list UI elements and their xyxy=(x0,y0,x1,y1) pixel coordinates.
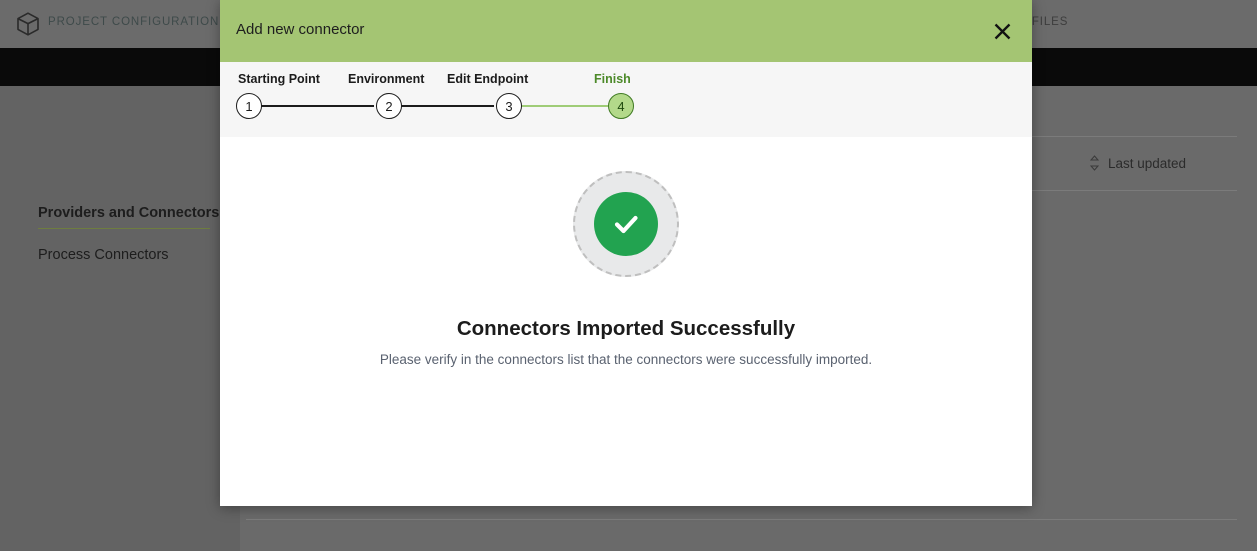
wizard-step-2-label: Environment xyxy=(348,72,425,86)
success-subtitle: Please verify in the connectors list tha… xyxy=(379,352,873,367)
check-circle-icon xyxy=(594,192,658,256)
close-icon[interactable] xyxy=(984,13,1020,49)
sidebar-active-underline xyxy=(38,228,210,229)
wizard-step-2-number: 2 xyxy=(376,93,402,119)
wizard-step-1-number: 1 xyxy=(236,93,262,119)
sort-label: Last updated xyxy=(1108,155,1187,171)
wizard-step-3-label: Edit Endpoint xyxy=(447,72,529,86)
add-connector-modal: Add new connector Starting Point 1 Envir… xyxy=(220,0,1032,506)
modal-body: Connectors Imported Successfully Please … xyxy=(220,137,1032,506)
wizard-step-3-number: 3 xyxy=(496,93,522,119)
wizard-step-4-number: 4 xyxy=(608,93,634,119)
wizard-step-1-label: Starting Point xyxy=(238,72,320,86)
sort-updown-icon xyxy=(1089,155,1100,171)
sort-control[interactable]: Last updated xyxy=(1089,136,1187,190)
project-configuration-title: PROJECT CONFIGURATION xyxy=(48,16,220,28)
background-sidebar: Providers and Connectors Process Connect… xyxy=(0,86,240,551)
sidebar-item-providers-and-connectors[interactable]: Providers and Connectors xyxy=(38,205,219,221)
sidebar-item-process-connectors[interactable]: Process Connectors xyxy=(38,247,169,263)
divider-bottom xyxy=(1015,190,1237,191)
success-title: Connectors Imported Successfully xyxy=(456,317,796,340)
success-badge xyxy=(573,171,679,277)
wizard-stepper: Starting Point 1 Environment 2 Edit Endp… xyxy=(220,62,1032,137)
cube-icon xyxy=(14,10,42,38)
step-connector-1-2 xyxy=(256,105,374,107)
modal-title: Add new connector xyxy=(236,21,365,38)
wizard-step-4-label: Finish xyxy=(594,72,631,86)
app-screen: PROJECT CONFIGURATION + Providers and Co… xyxy=(0,0,1257,551)
modal-header: Add new connector xyxy=(220,0,1032,62)
divider-footer xyxy=(246,519,1237,520)
